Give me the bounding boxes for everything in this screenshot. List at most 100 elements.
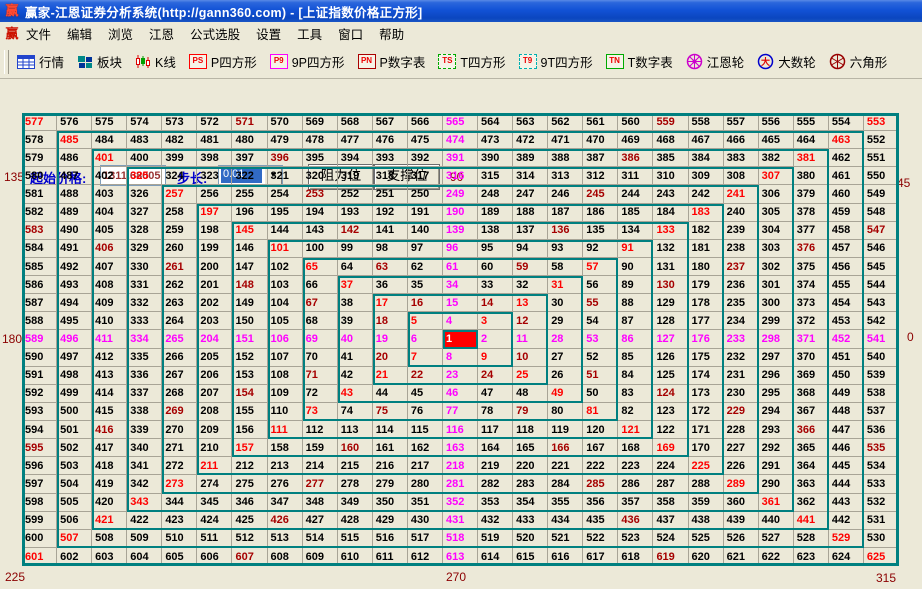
grid-cell[interactable]: 418 bbox=[92, 457, 127, 475]
grid-cell[interactable]: 223 bbox=[618, 457, 653, 475]
grid-cell[interactable]: 98 bbox=[373, 240, 408, 258]
grid-cell[interactable]: 134 bbox=[618, 222, 653, 240]
grid-cell[interactable]: 483 bbox=[127, 131, 162, 149]
grid-cell[interactable]: 617 bbox=[583, 548, 618, 566]
grid-cell[interactable]: 212 bbox=[232, 457, 267, 475]
grid-cell[interactable]: 167 bbox=[583, 439, 618, 457]
grid-cell[interactable]: 424 bbox=[197, 512, 232, 530]
grid-cell[interactable]: 536 bbox=[864, 421, 899, 439]
grid-cell[interactable]: 138 bbox=[478, 222, 513, 240]
grid-cell[interactable]: 435 bbox=[583, 512, 618, 530]
grid-cell[interactable]: 310 bbox=[653, 167, 688, 185]
grid-cell[interactable]: 188 bbox=[513, 204, 548, 222]
grid-cell[interactable]: 570 bbox=[268, 113, 303, 131]
grid-cell[interactable]: 295 bbox=[759, 385, 794, 403]
grid-cell[interactable]: 453 bbox=[829, 312, 864, 330]
grid-cell[interactable]: 496 bbox=[57, 330, 92, 348]
grid-cell[interactable]: 366 bbox=[794, 421, 829, 439]
grid-cell[interactable]: 302 bbox=[759, 258, 794, 276]
grid-cell[interactable]: 403 bbox=[92, 185, 127, 203]
grid-cell[interactable]: 58 bbox=[548, 258, 583, 276]
grid-cell[interactable]: 334 bbox=[127, 330, 162, 348]
grid-cell[interactable]: 254 bbox=[268, 185, 303, 203]
grid-cell[interactable]: 103 bbox=[268, 276, 303, 294]
grid-cell[interactable]: 370 bbox=[794, 349, 829, 367]
grid-cell[interactable]: 195 bbox=[268, 204, 303, 222]
grid-cell[interactable]: 243 bbox=[653, 185, 688, 203]
menu-item-1[interactable]: 编辑 bbox=[67, 28, 92, 42]
grid-cell[interactable]: 465 bbox=[759, 131, 794, 149]
grid-cell[interactable]: 9 bbox=[478, 349, 513, 367]
grid-cell[interactable]: 353 bbox=[478, 494, 513, 512]
grid-cell[interactable]: 283 bbox=[513, 475, 548, 493]
grid-cell[interactable]: 266 bbox=[162, 349, 197, 367]
grid-cell[interactable]: 157 bbox=[232, 439, 267, 457]
grid-cell[interactable]: 57 bbox=[583, 258, 618, 276]
grid-cell[interactable]: 13 bbox=[513, 294, 548, 312]
grid-cell[interactable]: 32 bbox=[513, 276, 548, 294]
grid-cell[interactable]: 148 bbox=[232, 276, 267, 294]
grid-cell[interactable]: 183 bbox=[689, 204, 724, 222]
grid-cell[interactable]: 495 bbox=[57, 312, 92, 330]
grid-cell[interactable]: 320 bbox=[303, 167, 338, 185]
toolbar-button-4[interactable]: P99P四方形 bbox=[270, 52, 345, 71]
grid-cell[interactable]: 596 bbox=[22, 457, 57, 475]
grid-cell[interactable]: 194 bbox=[303, 204, 338, 222]
grid-cell[interactable]: 306 bbox=[759, 185, 794, 203]
grid-cell[interactable]: 606 bbox=[197, 548, 232, 566]
grid-cell[interactable]: 436 bbox=[618, 512, 653, 530]
grid-cell[interactable]: 490 bbox=[57, 222, 92, 240]
grid-cell[interactable]: 182 bbox=[689, 222, 724, 240]
grid-cell[interactable]: 448 bbox=[829, 403, 864, 421]
grid-cell[interactable]: 220 bbox=[513, 457, 548, 475]
grid-cell[interactable]: 288 bbox=[689, 475, 724, 493]
grid-cell[interactable]: 260 bbox=[162, 240, 197, 258]
grid-cell[interactable]: 217 bbox=[408, 457, 443, 475]
grid-cell[interactable]: 159 bbox=[303, 439, 338, 457]
toolbar-button-7[interactable]: T99T四方形 bbox=[519, 52, 593, 71]
grid-cell[interactable]: 585 bbox=[22, 258, 57, 276]
grid-cell[interactable]: 313 bbox=[548, 167, 583, 185]
grid-cell[interactable]: 308 bbox=[724, 167, 759, 185]
grid-cell[interactable]: 290 bbox=[759, 475, 794, 493]
grid-cell[interactable]: 351 bbox=[408, 494, 443, 512]
grid-cell[interactable]: 249 bbox=[443, 185, 478, 203]
grid-cell[interactable]: 228 bbox=[724, 421, 759, 439]
grid-cell[interactable]: 180 bbox=[689, 258, 724, 276]
grid-cell[interactable]: 277 bbox=[303, 475, 338, 493]
grid-cell[interactable]: 133 bbox=[653, 222, 688, 240]
grid-cell[interactable]: 379 bbox=[794, 185, 829, 203]
grid-cell[interactable]: 474 bbox=[443, 131, 478, 149]
grid-cell[interactable]: 429 bbox=[373, 512, 408, 530]
grid-cell[interactable]: 131 bbox=[653, 258, 688, 276]
grid-cell[interactable]: 197 bbox=[197, 204, 232, 222]
grid-cell[interactable]: 531 bbox=[864, 512, 899, 530]
grid-cell[interactable]: 586 bbox=[22, 276, 57, 294]
grid-cell[interactable]: 222 bbox=[583, 457, 618, 475]
grid-cell[interactable]: 33 bbox=[478, 276, 513, 294]
grid-cell[interactable]: 479 bbox=[268, 131, 303, 149]
grid-cell[interactable]: 420 bbox=[92, 494, 127, 512]
grid-cell[interactable]: 199 bbox=[197, 240, 232, 258]
grid-cell[interactable]: 25 bbox=[513, 367, 548, 385]
grid-cell[interactable]: 621 bbox=[724, 548, 759, 566]
grid-cell[interactable]: 350 bbox=[373, 494, 408, 512]
grid-cell[interactable]: 394 bbox=[338, 149, 373, 167]
grid-cell[interactable]: 504 bbox=[57, 475, 92, 493]
grid-cell[interactable]: 318 bbox=[373, 167, 408, 185]
grid-cell[interactable]: 576 bbox=[57, 113, 92, 131]
grid-cell[interactable]: 396 bbox=[268, 149, 303, 167]
grid-cell[interactable]: 552 bbox=[864, 131, 899, 149]
grid-cell[interactable]: 399 bbox=[162, 149, 197, 167]
grid-cell[interactable]: 91 bbox=[618, 240, 653, 258]
grid-cell[interactable]: 391 bbox=[443, 149, 478, 167]
grid-cell[interactable]: 537 bbox=[864, 403, 899, 421]
grid-cell[interactable]: 253 bbox=[303, 185, 338, 203]
grid-cell[interactable]: 94 bbox=[513, 240, 548, 258]
grid-cell[interactable]: 564 bbox=[478, 113, 513, 131]
grid-cell[interactable]: 52 bbox=[583, 349, 618, 367]
grid-cell[interactable]: 560 bbox=[618, 113, 653, 131]
grid-cell[interactable]: 132 bbox=[653, 240, 688, 258]
grid-cell[interactable]: 599 bbox=[22, 512, 57, 530]
grid-cell[interactable]: 210 bbox=[197, 439, 232, 457]
